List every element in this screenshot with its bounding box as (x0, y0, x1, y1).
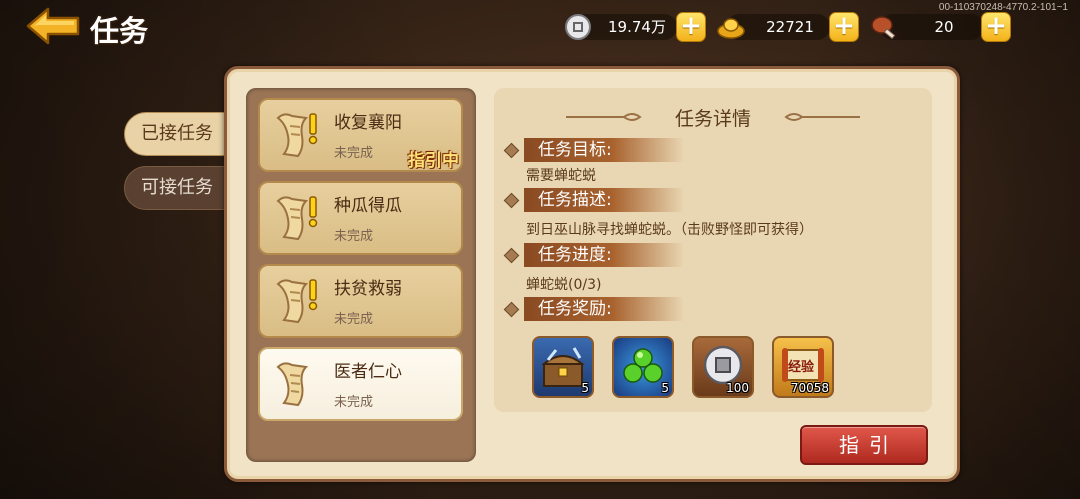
gold-ingot-icon (716, 12, 746, 42)
guide-button[interactable]: 指引 (800, 425, 928, 465)
quest-status: 未完成 (334, 395, 374, 410)
resource-stamina: 20 + (870, 12, 1016, 42)
title-ornament-right (784, 113, 860, 121)
quest-item-3[interactable]: 扶贫救弱 未完成 (258, 264, 463, 338)
scroll-exclaim-icon (270, 108, 322, 164)
tab-available-quests[interactable]: 可接任务 (124, 166, 236, 210)
reward-qty: 100 (726, 381, 749, 395)
quest-name: 种瓜得瓜 (334, 196, 402, 216)
quest-status: 未完成 (334, 146, 374, 161)
add-stamina-button[interactable]: + (981, 12, 1011, 42)
silver-value: 19.74万 (608, 18, 666, 36)
add-gold-button[interactable]: + (829, 12, 859, 42)
tab-accepted-quests[interactable]: 已接任务 (124, 112, 236, 156)
quest-item-4[interactable]: 医者仁心 未完成 (258, 347, 463, 421)
reward-qty: 70058 (790, 381, 829, 395)
scroll-exclaim-icon (270, 191, 322, 247)
diamond-bullet-icon (503, 301, 520, 318)
detail-title: 任务详情 (674, 108, 751, 130)
reward-green-pills[interactable]: 5 (612, 336, 674, 398)
diamond-bullet-icon (503, 247, 520, 264)
reward-label: 任务奖励: (524, 297, 684, 321)
drumstick-icon (870, 12, 900, 42)
diamond-bullet-icon (503, 142, 520, 159)
progress-text: 蝉蛇蜕(0/3) (526, 277, 602, 293)
scroll-icon (270, 357, 322, 413)
quest-status: 未完成 (334, 229, 374, 244)
reward-treasure-chest[interactable]: 5 (532, 336, 594, 398)
quest-status: 未完成 (334, 312, 374, 327)
desc-text: 到日巫山脉寻找蝉蛇蜕。（击败野怪即可获得） (526, 222, 813, 238)
scroll-exclaim-icon (270, 274, 322, 330)
gold-value: 22721 (766, 18, 814, 36)
page-title: 任务 (90, 14, 149, 48)
resource-gold: 22721 + (716, 12, 862, 42)
guiding-badge: 指引中 (408, 151, 459, 171)
quest-name: 扶贫救弱 (334, 279, 402, 299)
quest-name: 医者仁心 (334, 362, 402, 382)
goal-label: 任务目标: (524, 138, 684, 162)
progress-label: 任务进度: (524, 243, 684, 267)
back-arrow-icon[interactable] (24, 6, 82, 46)
exp-label: 经验 (788, 360, 815, 375)
stamina-value: 20 (934, 18, 954, 36)
quest-item-1[interactable]: 收复襄阳 未完成 指引中 (258, 98, 463, 172)
goal-text: 需要蝉蛇蜕 (526, 168, 596, 184)
add-silver-button[interactable]: + (676, 12, 706, 42)
quest-name: 收复襄阳 (334, 113, 402, 133)
quest-detail: 任务详情 任务目标: 需要蝉蛇蜕 任务描述: 到日巫山脉寻找蝉蛇蜕。（击败野怪即… (494, 88, 932, 412)
reward-experience-scroll[interactable]: 经验 70058 (772, 336, 834, 398)
quest-item-2[interactable]: 种瓜得瓜 未完成 (258, 181, 463, 255)
reward-qty: 5 (661, 381, 669, 395)
diamond-bullet-icon (503, 192, 520, 209)
desc-label: 任务描述: (524, 188, 684, 212)
reward-silver-coin[interactable]: 100 (692, 336, 754, 398)
reward-qty: 5 (581, 381, 589, 395)
silver-coin-icon (563, 12, 593, 42)
resource-silver: 19.74万 + (563, 12, 709, 42)
